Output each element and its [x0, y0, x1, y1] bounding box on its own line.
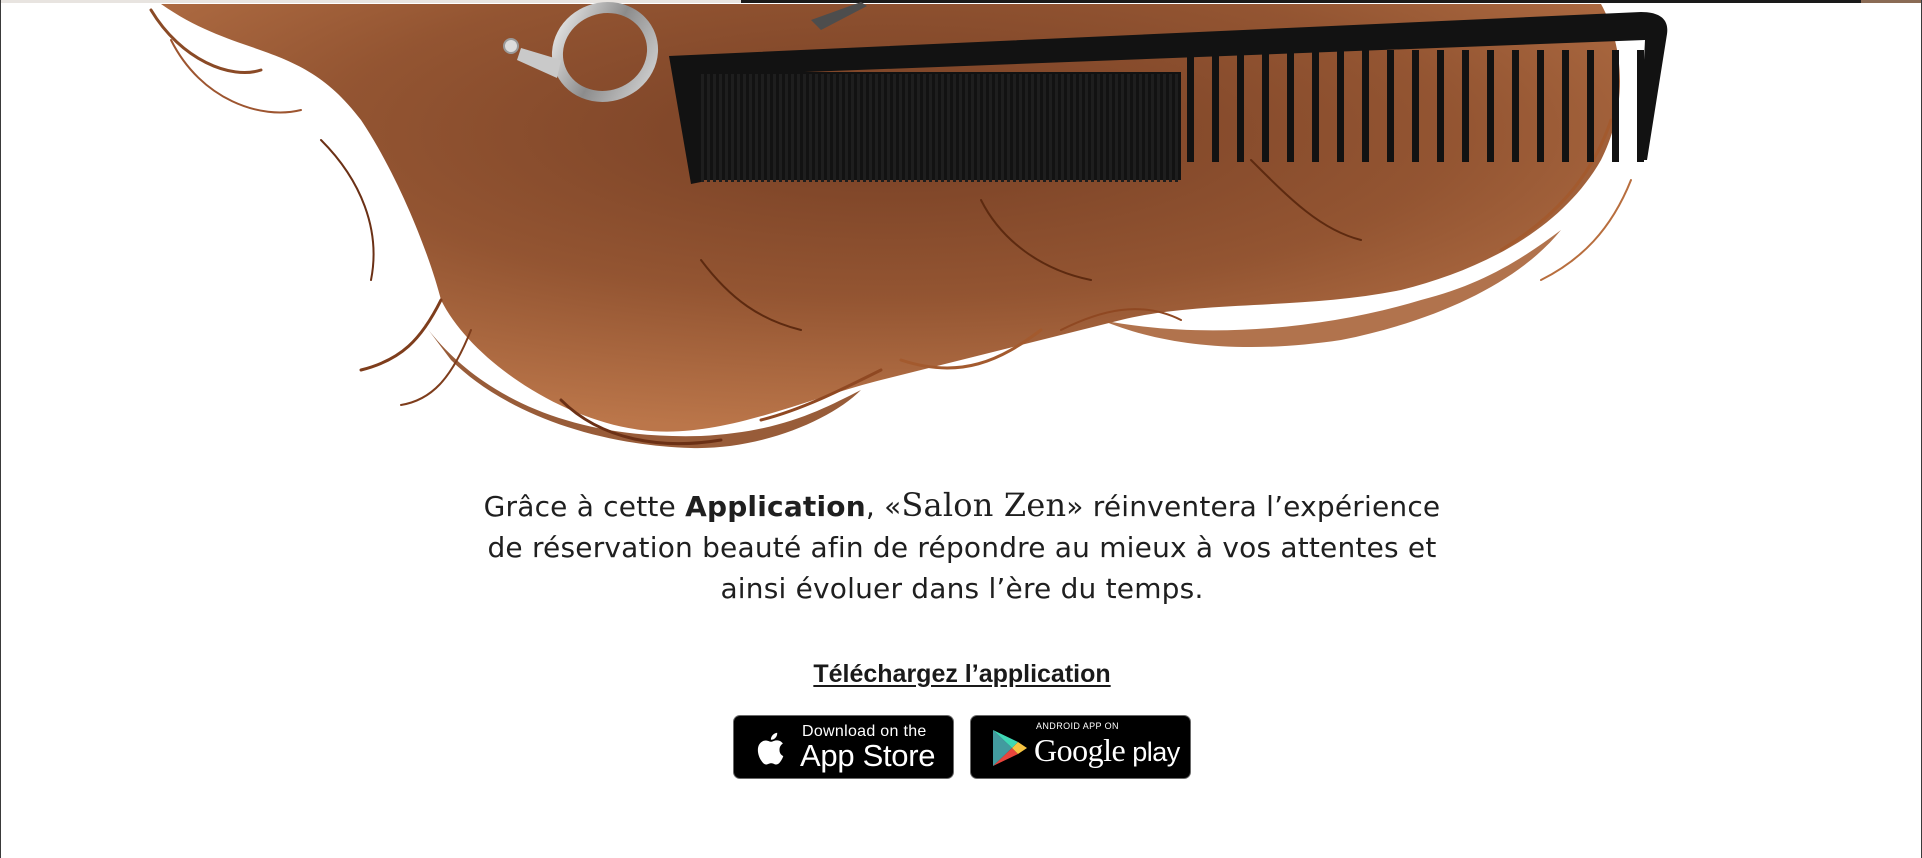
app-store-button[interactable]: Download on the App Store [733, 715, 954, 779]
store-badges: Download on the App Store ANDROID APP ON… [733, 715, 1193, 779]
app-store-title: App Store [800, 738, 936, 773]
google-play-caption: ANDROID APP ON [1036, 721, 1119, 731]
intro-text: Grâce à cette [483, 490, 686, 523]
hair-mass [161, 4, 1620, 449]
hero-hair-comb-image [149, 2, 1668, 449]
intro-line-1: Grâce à cette Application, «Salon Zen» r… [1, 485, 1921, 527]
google-word: Google [1034, 732, 1126, 768]
download-heading: Téléchargez l’application [1, 660, 1921, 689]
apple-icon [757, 732, 784, 765]
intro-paragraph: Grâce à cette Application, «Salon Zen» r… [1, 485, 1921, 609]
application-word: Application [685, 490, 866, 523]
page: Grâce à cette Application, «Salon Zen» r… [0, 0, 1922, 858]
brand-name: Salon Zen [901, 486, 1067, 524]
intro-text: , « [865, 490, 902, 523]
intro-line-3: ainsi évoluer dans l’ère du temps. [720, 572, 1204, 605]
google-play-title: Google play [1034, 732, 1180, 769]
play-word: play [1125, 737, 1180, 767]
intro-line-2: de réservation beauté afin de répondre a… [487, 531, 1437, 564]
download-app-link[interactable]: Téléchargez l’application [813, 660, 1110, 688]
google-play-icon [993, 730, 1027, 766]
intro-text: » réinventera l’expérience [1066, 490, 1441, 523]
google-play-button[interactable]: ANDROID APP ON Google play [970, 715, 1191, 779]
